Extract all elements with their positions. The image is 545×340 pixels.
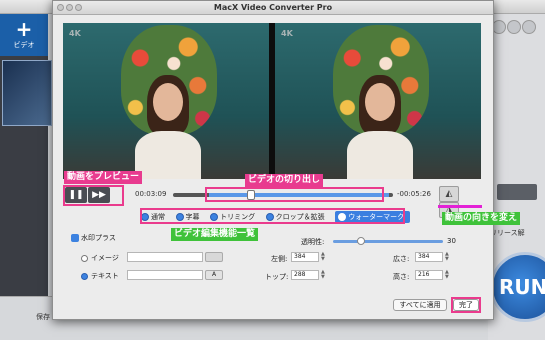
height-stepper[interactable]: ▲ ▼ — [445, 270, 451, 280]
original-video-preview: 4K — [63, 23, 269, 179]
girl-face — [153, 83, 183, 121]
4k-badge: 4K — [69, 29, 81, 38]
edit-dialog: MacX Video Converter Pro 4K 4K ❚❚ ▶▶ 00:0… — [52, 0, 494, 320]
add-video-button[interactable]: + ビデオ — [6, 18, 42, 52]
girl-face — [365, 83, 395, 121]
apply-all-button[interactable]: すべてに適用 — [393, 299, 447, 311]
tabs-highlight-box — [140, 208, 405, 224]
image-option-label: イメージ — [91, 254, 119, 262]
text-option[interactable]: テキスト — [81, 271, 119, 281]
window-controls — [57, 4, 84, 13]
close-icon[interactable] — [57, 4, 64, 11]
current-time: 00:03:09 — [135, 190, 167, 198]
toolbox-icon[interactable] — [492, 20, 506, 34]
height-field[interactable]: 216 — [415, 270, 443, 280]
image-option[interactable]: イメージ — [81, 253, 119, 263]
4k-badge: 4K — [281, 29, 293, 38]
opacity-label: 透明性: — [301, 238, 325, 246]
left-label: 左側: — [271, 255, 288, 263]
rotate-annotation: 動画の向きを変え — [442, 212, 521, 225]
rotate-highlight-bar — [438, 205, 482, 208]
settings-icon[interactable] — [507, 20, 521, 34]
zoom-icon[interactable] — [75, 4, 82, 11]
opacity-slider[interactable] — [333, 237, 443, 245]
left-stepper[interactable]: ▲ ▼ — [321, 252, 327, 262]
help-icon[interactable] — [522, 20, 536, 34]
watermark-checkbox[interactable]: 水印プラス — [71, 233, 116, 243]
top-label: トップ: — [265, 273, 289, 281]
girl-body — [347, 131, 413, 179]
opacity-value: 30 — [447, 237, 456, 245]
video-thumbnail[interactable] — [2, 60, 52, 126]
watermark-checkbox-label: 水印プラス — [81, 234, 116, 242]
top-field[interactable]: 288 — [291, 270, 319, 280]
preview-highlight-box — [63, 185, 124, 206]
checkbox-icon — [71, 234, 79, 242]
height-label: 高さ: — [393, 273, 410, 281]
width-label: 広さ: — [393, 255, 410, 263]
width-stepper[interactable]: ▲ ▼ — [445, 252, 451, 262]
opacity-slider-handle[interactable] — [357, 237, 365, 245]
watermark-text-field[interactable] — [127, 270, 203, 280]
release-label: リリース解 — [490, 229, 525, 237]
image-path-field[interactable] — [127, 252, 203, 262]
output-video-preview: 4K — [275, 23, 481, 179]
top-stepper[interactable]: ▲ ▼ — [321, 270, 327, 280]
add-video-label: ビデオ — [13, 41, 35, 49]
preview-annotation: 動画をプレビュー — [64, 171, 143, 184]
minimize-icon[interactable] — [66, 4, 73, 11]
edit-features-annotation: ビデオ編集機能一覧 — [171, 228, 259, 241]
text-option-label: テキスト — [91, 272, 119, 280]
background-right-icons — [492, 20, 542, 40]
preview-area: 4K 4K — [63, 23, 481, 179]
folder-icon[interactable] — [497, 184, 537, 200]
dialog-title: MacX Video Converter Pro — [53, 1, 493, 15]
radio-icon — [81, 254, 88, 262]
remaining-time: -00:05:26 — [397, 190, 431, 198]
left-field[interactable]: 384 — [291, 252, 319, 262]
save-label: 保存 — [36, 313, 50, 321]
radio-icon — [81, 272, 88, 280]
rotate-left-button[interactable]: ◭ — [439, 186, 459, 202]
browse-image-button[interactable] — [205, 252, 223, 262]
done-highlight-box — [451, 297, 481, 313]
font-button[interactable]: A — [205, 270, 223, 280]
girl-body — [135, 131, 201, 179]
add-video-icon: + — [15, 17, 33, 41]
cut-annotation: ビデオの切り出し — [245, 174, 324, 187]
width-field[interactable]: 384 — [415, 252, 443, 262]
cut-highlight-box — [205, 187, 384, 202]
